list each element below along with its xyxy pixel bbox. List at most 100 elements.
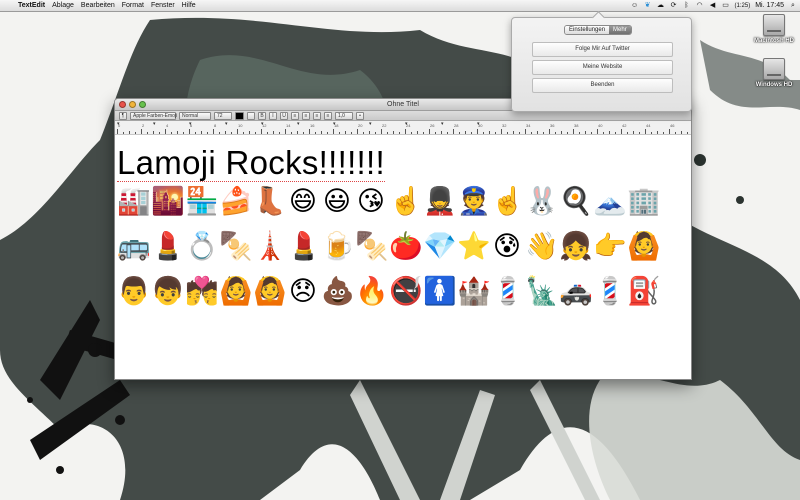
emoji-glyph[interactable]: 👦 bbox=[151, 276, 185, 308]
emoji-glyph[interactable]: 🍢 bbox=[219, 231, 253, 263]
emoji-glyph[interactable]: 🚓 bbox=[559, 276, 593, 308]
typeface-select[interactable]: Normal bbox=[179, 111, 211, 120]
twitter-bird-icon[interactable]: ❦ bbox=[644, 2, 652, 9]
emoji-glyph[interactable]: 🚭 bbox=[389, 276, 423, 308]
menu-bearbeiten[interactable]: Bearbeiten bbox=[81, 2, 115, 9]
menu-ablage[interactable]: Ablage bbox=[52, 2, 74, 9]
battery-icon[interactable]: ▭ bbox=[722, 2, 730, 9]
tab-stop-marker[interactable]: ▾ bbox=[333, 121, 336, 127]
lamoji-icon[interactable]: ☺ bbox=[631, 2, 639, 9]
emoji-glyph[interactable]: ☝️ bbox=[389, 186, 423, 218]
emoji-glyph[interactable]: 😃 bbox=[321, 186, 353, 218]
emoji-glyph[interactable]: 👧 bbox=[559, 231, 593, 263]
desktop-icon-windows-hd[interactable]: Windows HD bbox=[752, 58, 796, 88]
emoji-glyph[interactable]: 🚌 bbox=[117, 231, 151, 263]
desktop-icon-macintosh-hd[interactable]: Macintosh HD bbox=[752, 14, 796, 44]
emoji-glyph[interactable]: 🌇 bbox=[151, 186, 185, 218]
list-bullets-button[interactable]: • bbox=[356, 111, 364, 120]
emoji-glyph[interactable]: 🙆 bbox=[253, 276, 287, 308]
emoji-glyph[interactable]: 💄 bbox=[151, 231, 185, 263]
emoji-glyph[interactable]: ⭐ bbox=[457, 231, 491, 263]
emoji-glyph[interactable]: 💍 bbox=[185, 231, 219, 263]
emoji-glyph[interactable]: 🙆 bbox=[219, 276, 253, 308]
quit-button[interactable]: Beenden bbox=[532, 78, 673, 93]
emoji-glyph[interactable]: 🏭 bbox=[117, 186, 151, 218]
tab-stop-marker[interactable]: ▾ bbox=[261, 121, 264, 127]
bold-button[interactable]: B bbox=[258, 111, 266, 120]
tab-einstellungen[interactable]: Einstellungen bbox=[565, 26, 610, 34]
emoji-glyph[interactable]: 🍳 bbox=[559, 186, 593, 218]
justify-button[interactable]: ≡ bbox=[324, 111, 332, 120]
emoji-glyph[interactable]: 🍅 bbox=[389, 231, 423, 263]
line-spacing-select[interactable]: 1,0 bbox=[335, 111, 353, 120]
emoji-glyph[interactable]: 👋 bbox=[525, 231, 559, 263]
emoji-glyph[interactable]: 💏 bbox=[185, 276, 219, 308]
emoji-glyph[interactable]: 🗻 bbox=[593, 186, 627, 218]
emoji-glyph[interactable]: 💈 bbox=[491, 276, 525, 308]
emoji-glyph[interactable]: 👮 bbox=[457, 186, 491, 218]
emoji-glyph[interactable]: 👉 bbox=[593, 231, 627, 263]
align-left-button[interactable]: ≡ bbox=[291, 111, 299, 120]
emoji-glyph[interactable]: 😘 bbox=[355, 186, 387, 218]
emoji-glyph[interactable]: 😰 bbox=[491, 231, 523, 263]
emoji-glyph[interactable]: 🐰 bbox=[525, 186, 559, 218]
tab-stop-marker[interactable]: ▾ bbox=[297, 121, 300, 127]
emoji-glyph[interactable]: 🔥 bbox=[355, 276, 389, 308]
tab-mehr[interactable]: Mehr bbox=[609, 26, 631, 34]
ruler[interactable]: 0 2 4 6 8 10 12 14 16 18 20 22 24 26 28 30 32 34 36 38 40 42 4… bbox=[115, 121, 691, 135]
cloud-icon[interactable]: ☁ bbox=[657, 2, 665, 9]
emoji-glyph[interactable]: 🚺 bbox=[423, 276, 457, 308]
battery-time[interactable]: (1:25) bbox=[735, 3, 751, 9]
font-size-select[interactable]: 72 bbox=[214, 111, 232, 120]
align-center-button[interactable]: ≡ bbox=[302, 111, 310, 120]
spotlight-icon[interactable]: ⌕ bbox=[789, 2, 797, 9]
emoji-glyph[interactable]: 💂 bbox=[423, 186, 457, 218]
emoji-glyph[interactable]: 🗽 bbox=[525, 276, 559, 308]
tab-stop-marker[interactable]: ▾ bbox=[225, 121, 228, 127]
align-right-button[interactable]: ≡ bbox=[313, 111, 321, 120]
emoji-glyph[interactable]: 💎 bbox=[423, 231, 457, 263]
bluetooth-icon[interactable]: ᛒ bbox=[683, 2, 691, 9]
tab-stop-marker[interactable]: ▾ bbox=[405, 121, 408, 127]
text-color-well[interactable] bbox=[235, 111, 244, 120]
emoji-glyph[interactable]: 🍰 bbox=[219, 186, 253, 218]
emoji-glyph[interactable]: 🙆 bbox=[627, 231, 661, 263]
wifi-icon[interactable]: ◠ bbox=[696, 2, 704, 9]
italic-button[interactable]: I bbox=[269, 111, 277, 120]
tab-stop-marker[interactable]: ▾ bbox=[369, 121, 372, 127]
emoji-glyph[interactable]: 💄 bbox=[287, 231, 321, 263]
tab-stop-marker[interactable]: ▾ bbox=[153, 121, 156, 127]
emoji-glyph[interactable]: 💩 bbox=[321, 276, 355, 308]
volume-icon[interactable]: ◀ bbox=[709, 2, 717, 9]
clock[interactable]: Mi. 17:45 bbox=[755, 2, 784, 9]
font-family-select[interactable]: Apple Farben-Emoji bbox=[130, 111, 177, 120]
highlight-color-well[interactable] bbox=[247, 111, 255, 120]
paragraph-style-button[interactable]: ¶ bbox=[119, 111, 127, 120]
tab-stop-marker[interactable]: ▾ bbox=[189, 121, 192, 127]
document-heading[interactable]: Lamoji Rocks!!!!!!! bbox=[117, 144, 691, 182]
emoji-glyph[interactable]: 🍺 bbox=[321, 231, 355, 263]
emoji-glyph[interactable]: ☝️ bbox=[491, 186, 525, 218]
follow-twitter-button[interactable]: Folge Mir Auf Twitter bbox=[532, 42, 673, 57]
emoji-glyph[interactable]: 👨 bbox=[117, 276, 151, 308]
emoji-glyph[interactable]: 💈 bbox=[593, 276, 627, 308]
emoji-glyph[interactable]: 🗼 bbox=[253, 231, 287, 263]
sync-icon[interactable]: ⟳ bbox=[670, 2, 678, 9]
emoji-glyph[interactable]: 😄 bbox=[287, 186, 319, 218]
emoji-glyph[interactable]: 🍢 bbox=[355, 231, 389, 263]
emoji-glyph[interactable]: 😞 bbox=[287, 276, 319, 308]
emoji-glyph[interactable]: 🏢 bbox=[627, 186, 661, 218]
tab-stop-marker[interactable]: ▾ bbox=[441, 121, 444, 127]
menu-format[interactable]: Format bbox=[122, 2, 144, 9]
emoji-glyph[interactable]: 🏰 bbox=[457, 276, 491, 308]
document-area[interactable]: Lamoji Rocks!!!!!!! 🏭 🌇 🏪 🍰 👢 😄 😃 😘 ☝️ 💂 👮 ☝️ 🐰 🍳 🗻 🏢 🚌… bbox=[115, 135, 691, 307]
emoji-glyph[interactable]: 🏪 bbox=[185, 186, 219, 218]
menu-hilfe[interactable]: Hilfe bbox=[182, 2, 196, 9]
tab-stop-marker[interactable]: ▾ bbox=[477, 121, 480, 127]
menu-fenster[interactable]: Fenster bbox=[151, 2, 175, 9]
emoji-glyph[interactable]: 👢 bbox=[253, 186, 287, 218]
menu-app-name[interactable]: TextEdit bbox=[18, 2, 45, 9]
tab-stop-marker[interactable]: ▾ bbox=[117, 121, 120, 127]
emoji-glyph[interactable]: ⛽ bbox=[627, 276, 661, 308]
underline-button[interactable]: U bbox=[280, 111, 288, 120]
